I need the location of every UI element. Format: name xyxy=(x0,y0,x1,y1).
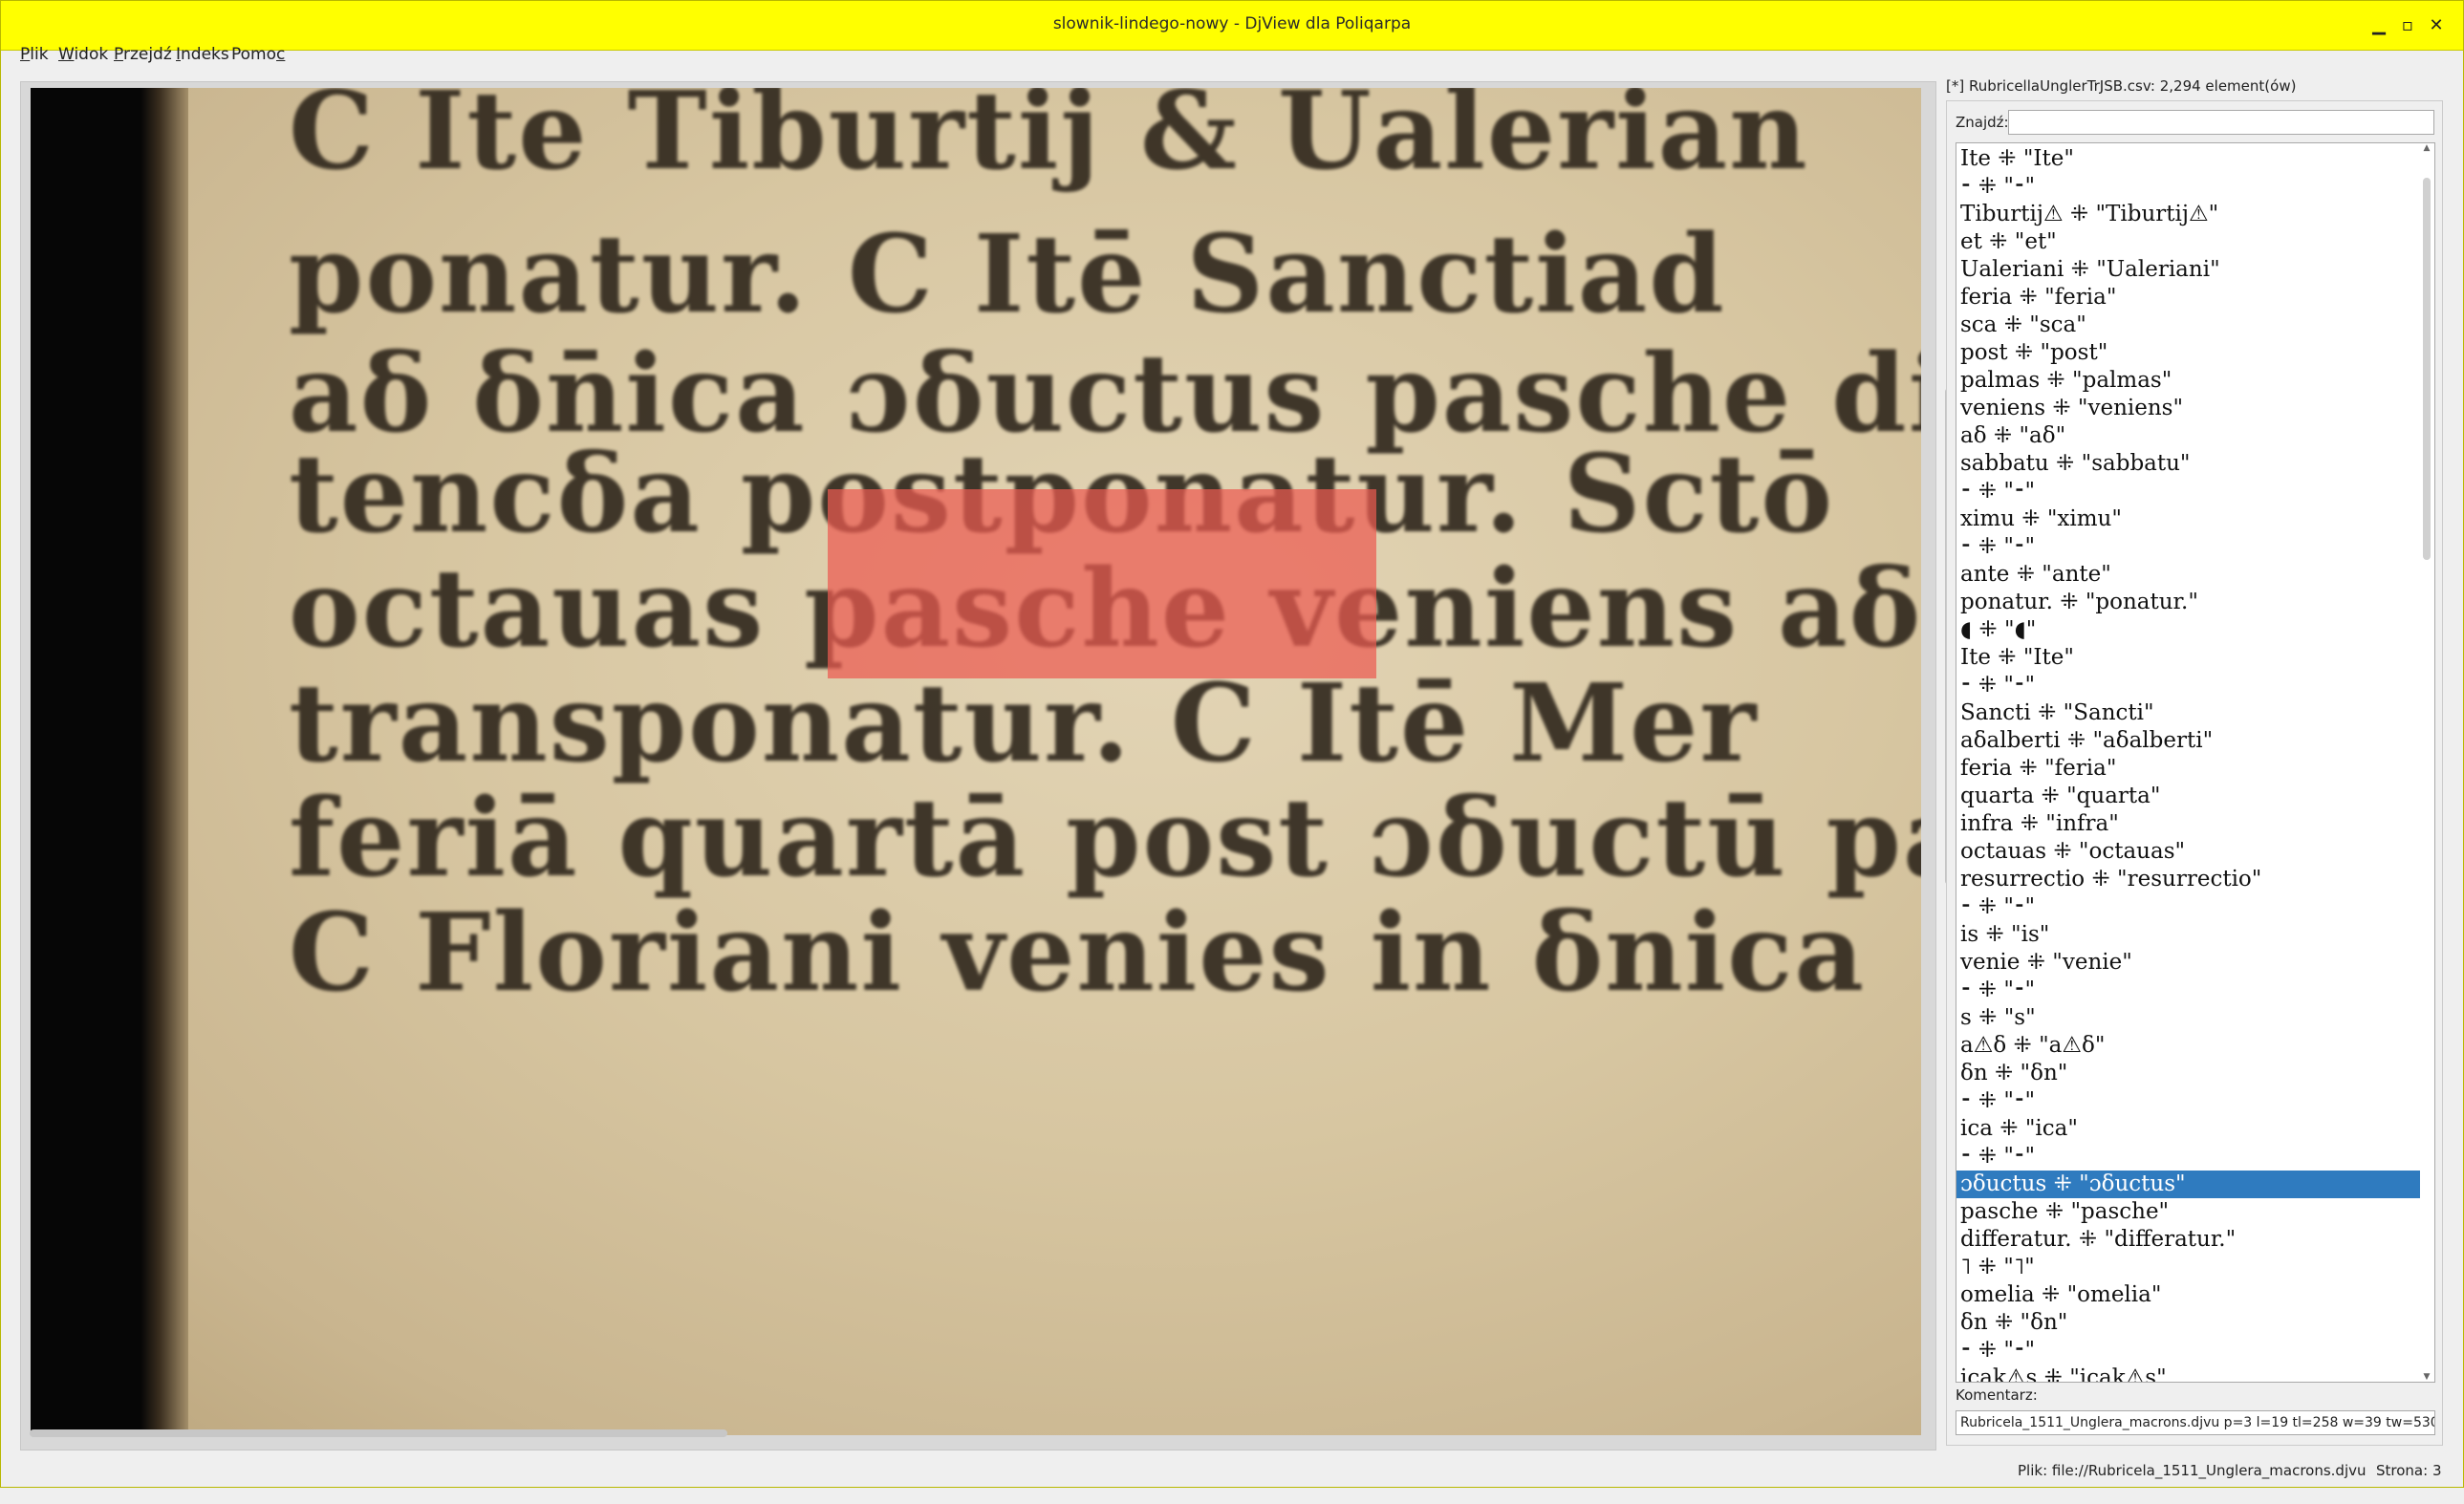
find-input[interactable] xyxy=(2008,110,2434,135)
list-item[interactable]: Tiburtij⚠ ⁜ "Tiburtij⚠" xyxy=(1956,201,2420,228)
scan-line: ponatur. C Itē Sanctiad xyxy=(289,212,1726,337)
list-item[interactable]: aδalberti ⁜ "aδalberti" xyxy=(1956,727,2420,755)
scroll-up-icon[interactable]: ▲ xyxy=(2420,143,2433,153)
list-item[interactable]: sca ⁜ "sca" xyxy=(1956,312,2420,339)
list-item[interactable]: ⁃ ⁜ "⁃" xyxy=(1956,173,2420,201)
list-item[interactable]: venie ⁜ "venie" xyxy=(1956,949,2420,977)
list-item[interactable]: ⁃ ⁜ "⁃" xyxy=(1956,1087,2420,1115)
comment-field[interactable]: Rubricela_1511_Unglera_macrons.djvu p=3 … xyxy=(1956,1410,2435,1435)
scrollbar-thumb[interactable] xyxy=(30,1429,727,1437)
list-item[interactable]: Ite ⁜ "Ite" xyxy=(1956,644,2420,672)
list-item[interactable]: ◖ ⁜ "◖" xyxy=(1956,616,2420,644)
list-item[interactable]: a⚠δ ⁜ "a⚠δ" xyxy=(1956,1032,2420,1060)
menu-item-4[interactable]: Pomoc xyxy=(231,45,285,64)
close-icon[interactable]: ✕ xyxy=(2423,12,2450,39)
list-item[interactable]: δn ⁜ "δn" xyxy=(1956,1309,2420,1337)
list-item[interactable]: ante ⁜ "ante" xyxy=(1956,561,2420,589)
list-item[interactable]: infra ⁜ "infra" xyxy=(1956,810,2420,838)
status-file: Plik: file://Rubricela_1511_Unglera_macr… xyxy=(2018,1462,2367,1479)
list-scrollbar[interactable]: ▲ ▼ xyxy=(2420,143,2433,1382)
list-item[interactable]: ⁃ ⁜ "⁃" xyxy=(1956,672,2420,699)
scan-line: C Floriani venies in δnica xyxy=(289,891,1867,1016)
list-item[interactable]: ˥ ⁜ "˥" xyxy=(1956,1254,2420,1281)
page-edge xyxy=(140,88,188,1435)
menu-item-0[interactable]: Plik xyxy=(20,45,49,64)
list-item[interactable]: resurrectio ⁜ "resurrectio" xyxy=(1956,866,2420,893)
list-item[interactable]: feria ⁜ "feria" xyxy=(1956,755,2420,783)
list-item[interactable]: Ite ⁜ "Ite" xyxy=(1956,145,2420,173)
app-window: slownik-lindego-nowy - DjView dla Poliqa… xyxy=(0,0,2464,1488)
list-item[interactable]: ⁃ ⁜ "⁃" xyxy=(1956,1143,2420,1171)
list-item[interactable]: ⁃ ⁜ "⁃" xyxy=(1956,977,2420,1004)
list-item[interactable]: quarta ⁜ "quarta" xyxy=(1956,783,2420,810)
list-item[interactable]: et ⁜ "et" xyxy=(1956,228,2420,256)
list-item[interactable]: palmas ⁜ "palmas" xyxy=(1956,367,2420,395)
list-item[interactable]: sabbatu ⁜ "sabbatu" xyxy=(1956,450,2420,478)
list-item[interactable]: ximu ⁜ "ximu" xyxy=(1956,505,2420,533)
list-item[interactable]: ⁃ ⁜ "⁃" xyxy=(1956,533,2420,561)
list-item[interactable]: is ⁜ "is" xyxy=(1956,921,2420,949)
search-highlight xyxy=(828,489,1376,678)
minimize-icon[interactable]: ▁ xyxy=(2366,12,2392,39)
list-item[interactable]: pasche ⁜ "pasche" xyxy=(1956,1198,2420,1226)
list-item[interactable]: ica ⁜ "ica" xyxy=(1956,1115,2420,1143)
scan-line: transponatur. C Itē Mer xyxy=(289,661,1759,786)
document-horizontal-scrollbar[interactable] xyxy=(20,1427,1936,1440)
list-item[interactable]: differatur. ⁜ "differatur." xyxy=(1956,1226,2420,1254)
list-item[interactable]: octauas ⁜ "octauas" xyxy=(1956,838,2420,866)
list-item[interactable]: ɔδuctus ⁜ "ɔδuctus" xyxy=(1956,1171,2420,1198)
list-item[interactable]: feria ⁜ "feria" xyxy=(1956,284,2420,312)
list-item[interactable]: veniens ⁜ "veniens" xyxy=(1956,395,2420,422)
menu-item-1[interactable]: Widok xyxy=(58,45,108,64)
list-item[interactable]: ⁃ ⁜ "⁃" xyxy=(1956,893,2420,921)
scan-line: C Ite Tiburtij & Ualerian xyxy=(289,88,1809,194)
window-title: slownik-lindego-nowy - DjView dla Poliqa… xyxy=(1052,14,1412,33)
list-item[interactable]: omelia ⁜ "omelia" xyxy=(1956,1281,2420,1309)
list-item[interactable]: s ⁜ "s" xyxy=(1956,1004,2420,1032)
list-item[interactable]: δn ⁜ "δn" xyxy=(1956,1060,2420,1087)
find-label: Znajdź: xyxy=(1956,114,2009,131)
scan-line: feriā quartā post ɔδuctū pa xyxy=(289,776,1921,901)
menu-bar: Plik Widok Przejdź Indeks Pomoc xyxy=(1,43,2463,68)
list-item[interactable]: icak⚠s ⁜ "icak⚠s" xyxy=(1956,1364,2420,1382)
scanned-page[interactable]: C Ite Tiburtij & Ualerian ponatur. C Itē … xyxy=(31,88,1921,1435)
document-view[interactable]: C Ite Tiburtij & Ualerian ponatur. C Itē … xyxy=(20,81,1953,1450)
status-page: Strona: 3 xyxy=(2376,1462,2442,1479)
list-item[interactable]: Sancti ⁜ "Sancti" xyxy=(1956,699,2420,727)
list-item[interactable]: ⁃ ⁜ "⁃" xyxy=(1956,478,2420,505)
maximize-icon[interactable]: ▫ xyxy=(2394,12,2421,39)
status-bar: Plik: file://Rubricela_1511_Unglera_macr… xyxy=(1,1457,2463,1486)
list-item[interactable]: aδ ⁜ "aδ" xyxy=(1956,422,2420,450)
scrollbar-thumb[interactable] xyxy=(2423,178,2431,560)
list-item[interactable]: ⁃ ⁜ "⁃" xyxy=(1956,1337,2420,1364)
index-panel-header: [*] RubricellaUnglerTrJSB.csv: 2,294 ele… xyxy=(1946,77,2297,95)
menu-item-2[interactable]: Przejdź xyxy=(114,45,172,64)
list-item[interactable]: ponatur. ⁜ "ponatur." xyxy=(1956,589,2420,616)
list-item[interactable]: Ualeriani ⁜ "Ualeriani" xyxy=(1956,256,2420,284)
comment-label: Komentarz: xyxy=(1956,1386,2038,1404)
scroll-down-icon[interactable]: ▼ xyxy=(2420,1372,2433,1382)
index-list[interactable]: Ite ⁜ "Ite" ⁃ ⁜ "⁃" Tiburtij⚠ ⁜ "Tiburtij⚠… xyxy=(1956,142,2435,1383)
list-item[interactable]: post ⁜ "post" xyxy=(1956,339,2420,367)
menu-item-3[interactable]: Indeks xyxy=(176,45,229,64)
